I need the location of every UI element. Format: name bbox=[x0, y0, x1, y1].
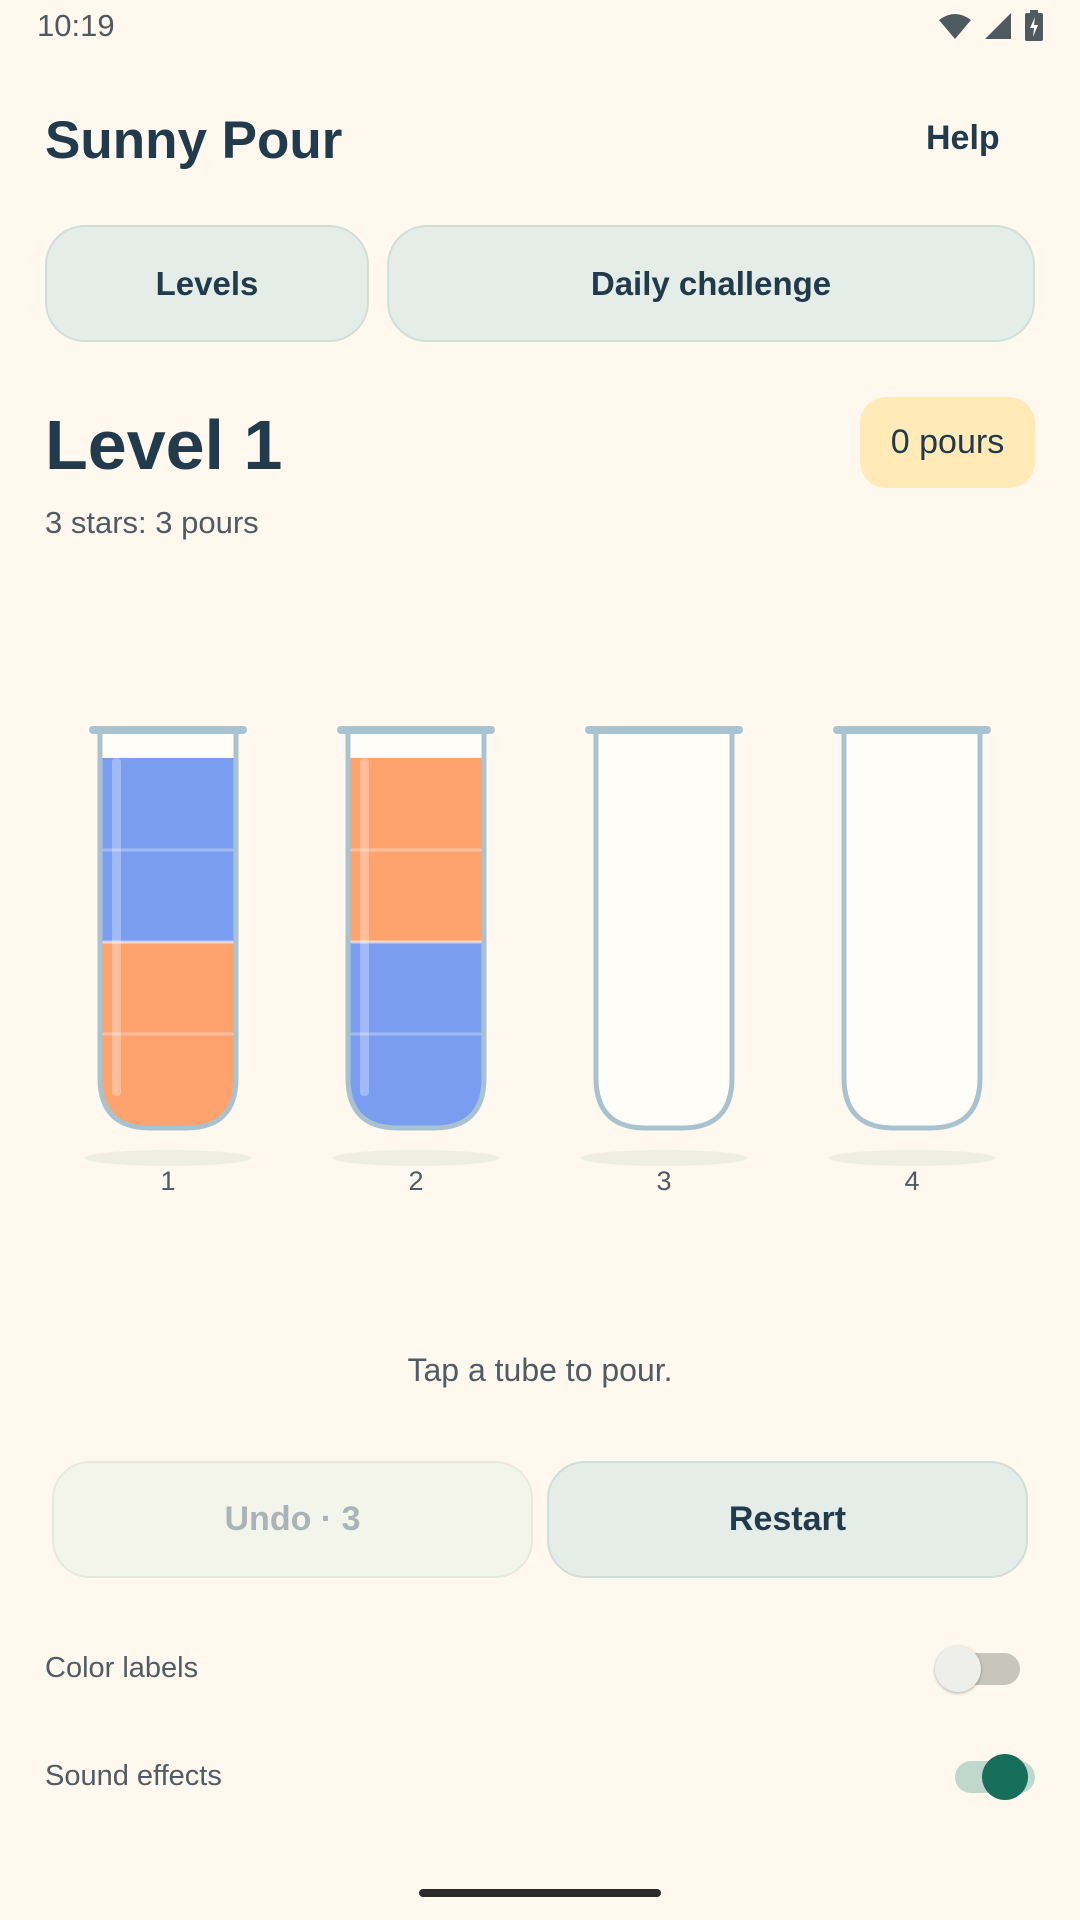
glass-highlight bbox=[112, 758, 121, 1096]
hint-text: Tap a tube to pour. bbox=[407, 1352, 673, 1388]
tube-rim bbox=[337, 726, 495, 734]
restart-button[interactable]: Restart bbox=[547, 1461, 1028, 1578]
status-time: 10:19 bbox=[37, 8, 115, 43]
glass-highlight bbox=[360, 758, 369, 1096]
tube-number: 1 bbox=[160, 1166, 176, 1196]
cell-signal-icon bbox=[985, 13, 1011, 39]
level-title: Level 1 bbox=[45, 406, 283, 484]
game-screen: 10:19 Sunny Pour Help Levels Daily chall… bbox=[0, 0, 1080, 1920]
star-target-text: 3 stars: 3 pours bbox=[45, 505, 259, 540]
tube-shadow bbox=[332, 1150, 500, 1166]
tube-liquid bbox=[348, 758, 484, 1128]
tube-board: 1 2 3 4 bbox=[0, 700, 1080, 1200]
tube-liquid bbox=[100, 758, 236, 1128]
sound-effects-toggle[interactable] bbox=[955, 1754, 1035, 1800]
status-icons bbox=[938, 10, 1044, 42]
tube-2[interactable]: 2 bbox=[331, 700, 501, 1200]
levels-button[interactable]: Levels bbox=[45, 225, 369, 342]
app-title: Sunny Pour bbox=[45, 111, 343, 170]
pours-counter-badge: 0 pours bbox=[860, 397, 1035, 488]
tube-4[interactable]: 4 bbox=[827, 700, 997, 1200]
tube-graphic bbox=[84, 726, 252, 1166]
tube-graphic bbox=[332, 726, 500, 1166]
tube-3[interactable]: 3 bbox=[579, 700, 749, 1200]
tube-rim bbox=[833, 726, 991, 734]
tube-number: 3 bbox=[656, 1166, 672, 1196]
sound-effects-label: Sound effects bbox=[45, 1760, 222, 1792]
tube-graphic bbox=[580, 726, 748, 1166]
tube-glass bbox=[596, 730, 732, 1128]
help-button[interactable]: Help bbox=[912, 115, 1014, 162]
tube-glass bbox=[844, 730, 980, 1128]
tube-shadow bbox=[84, 1150, 252, 1166]
daily-challenge-button[interactable]: Daily challenge bbox=[387, 225, 1035, 342]
tube-rim bbox=[585, 726, 743, 734]
battery-charging-icon bbox=[1025, 10, 1043, 41]
tube-number: 2 bbox=[408, 1166, 424, 1196]
color-labels-label: Color labels bbox=[45, 1652, 199, 1684]
tube-shadow bbox=[828, 1150, 996, 1166]
tube-number: 4 bbox=[904, 1166, 920, 1196]
tube-1[interactable]: 1 bbox=[83, 700, 253, 1200]
color-labels-toggle[interactable] bbox=[935, 1646, 1020, 1692]
toggle-knob bbox=[935, 1646, 981, 1692]
tube-graphic bbox=[828, 726, 996, 1166]
tube-rim bbox=[89, 726, 247, 734]
tube-shadow bbox=[580, 1150, 748, 1166]
home-indicator[interactable] bbox=[419, 1889, 661, 1897]
undo-button[interactable]: Undo · 3 bbox=[52, 1461, 533, 1578]
toggle-knob bbox=[982, 1754, 1028, 1800]
wifi-icon bbox=[939, 14, 971, 39]
